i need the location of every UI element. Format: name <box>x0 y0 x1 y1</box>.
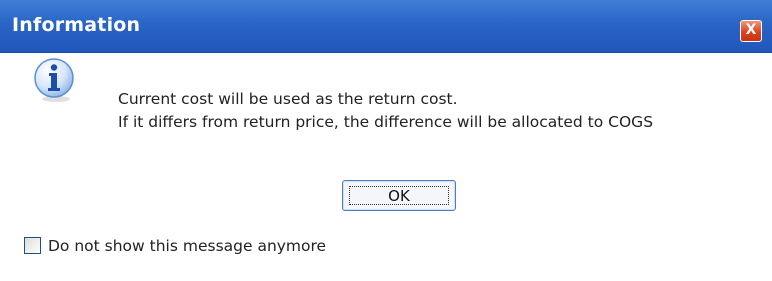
close-icon: X <box>745 22 757 38</box>
information-dialog: Information X Current cost will be used … <box>0 0 772 281</box>
dont-show-again-checkbox[interactable] <box>24 237 41 254</box>
title-bar[interactable]: Information X <box>0 0 772 53</box>
message-line-2: If it differs from return price, the dif… <box>118 113 654 131</box>
ok-button[interactable]: OK <box>342 180 456 211</box>
dialog-title: Information <box>12 14 141 36</box>
message-line-1: Current cost will be used as the return … <box>118 90 458 108</box>
info-icon <box>34 58 74 102</box>
ok-button-label: OK <box>388 187 410 205</box>
close-button[interactable]: X <box>740 20 762 42</box>
dont-show-again-label[interactable]: Do not show this message anymore <box>48 237 326 255</box>
